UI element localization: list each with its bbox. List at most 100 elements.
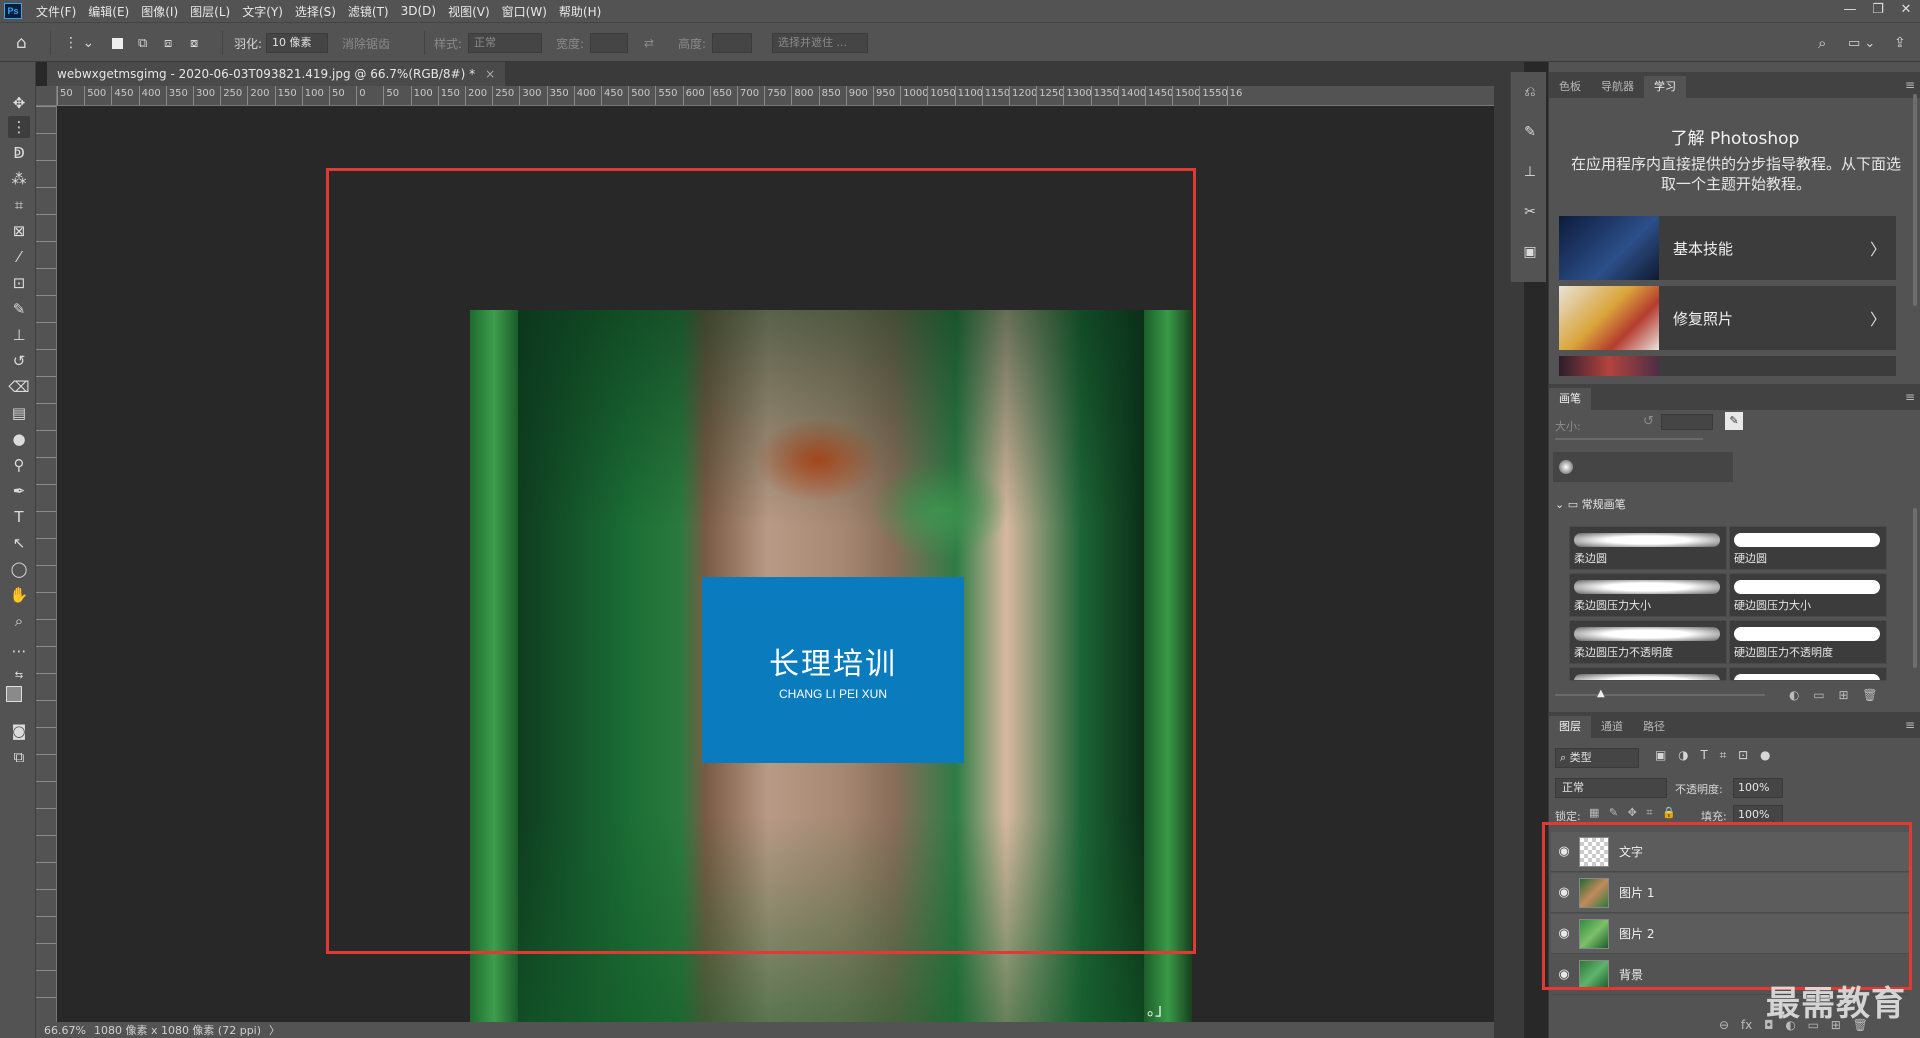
- quick-mask-icon[interactable]: ◙: [8, 720, 30, 742]
- learn-card-partial[interactable]: [1559, 356, 1896, 376]
- tool-presets-icon[interactable]: ✂: [1520, 204, 1540, 224]
- style-select[interactable]: 正常: [468, 33, 542, 53]
- brush-soft-round-pressure-opacity[interactable]: 柔边圆压力不透明度: [1569, 620, 1727, 664]
- menu-window[interactable]: 窗口(W): [496, 3, 553, 20]
- screen-mode-icon[interactable]: ⧉: [8, 746, 30, 768]
- menu-type[interactable]: 文字(Y): [236, 3, 289, 20]
- status-menu-arrow[interactable]: 〉: [269, 1022, 280, 1038]
- feather-input[interactable]: 10 像素: [266, 33, 328, 53]
- tab-channels[interactable]: 通道: [1591, 716, 1633, 738]
- share-icon[interactable]: ⇪: [1894, 23, 1906, 63]
- clone-source-icon[interactable]: ⊥: [1520, 164, 1540, 184]
- slider-thumb-icon[interactable]: ▲: [1597, 688, 1605, 699]
- select-and-mask-button[interactable]: 选择并遮住 ...: [772, 33, 868, 53]
- frame-tool-icon[interactable]: ⊠: [8, 220, 30, 242]
- panel-menu-icon[interactable]: ≡: [1905, 718, 1915, 732]
- more-tools-icon[interactable]: ⋯: [8, 640, 30, 662]
- learn-scrollbar[interactable]: [1913, 94, 1917, 306]
- tab-brushes[interactable]: 画笔: [1549, 388, 1591, 410]
- menu-image[interactable]: 图像(I): [135, 3, 184, 20]
- brush-soft-round[interactable]: 柔边圆: [1569, 526, 1727, 570]
- eyedropper-tool-icon[interactable]: ⁄: [8, 246, 30, 268]
- height-input[interactable]: [712, 33, 752, 53]
- brush-hard-round[interactable]: 硬边圆: [1729, 526, 1887, 570]
- dodge-tool-icon[interactable]: ⚲: [8, 454, 30, 476]
- recent-brush-icon[interactable]: [1559, 460, 1573, 474]
- workspace-icon[interactable]: ▭ ⌄: [1848, 23, 1875, 63]
- brush-settings-icon[interactable]: ✎: [1520, 124, 1540, 144]
- menu-edit[interactable]: 编辑(E): [82, 3, 135, 20]
- restore-button[interactable]: ❐: [1864, 0, 1892, 22]
- magic-wand-tool-icon[interactable]: ⁂: [8, 168, 30, 190]
- brush-preview-size-slider[interactable]: [1555, 694, 1765, 696]
- move-tool-icon[interactable]: ✥: [8, 92, 30, 114]
- tab-learn[interactable]: 学习: [1644, 76, 1686, 98]
- swap-dimensions-icon[interactable]: ⇄: [644, 23, 654, 63]
- tab-navigator[interactable]: 导航器: [1591, 76, 1644, 98]
- add-selection-icon[interactable]: ⧉: [138, 23, 147, 63]
- menu-select[interactable]: 选择(S): [289, 3, 342, 20]
- gradient-tool-icon[interactable]: ▤: [8, 402, 30, 424]
- blend-mode-select[interactable]: 正常: [1555, 778, 1667, 798]
- type-tool-icon[interactable]: T: [8, 506, 30, 528]
- brush-scrollbar[interactable]: [1913, 508, 1917, 668]
- brush-hard-round-pressure-opacity[interactable]: 硬边圆压力不透明度: [1729, 620, 1887, 664]
- horizontal-ruler[interactable]: 50 500 450 400 350 300 250 200 150 100 50 0 50 100 150…: [57, 86, 1494, 106]
- home-icon[interactable]: ⌂: [16, 23, 27, 63]
- learn-card-fix-photo[interactable]: 修复照片 〉: [1559, 286, 1896, 350]
- close-tab-icon[interactable]: ×: [485, 67, 495, 81]
- panel-menu-icon[interactable]: ≡: [1905, 78, 1915, 92]
- lasso-tool-icon[interactable]: ↁ: [8, 142, 30, 164]
- layer-filter-select[interactable]: ⌕ 类型: [1555, 748, 1639, 768]
- swap-colors-icon[interactable]: ⇆: [8, 664, 30, 686]
- clone-stamp-tool-icon[interactable]: ⊥: [8, 324, 30, 346]
- crop-tool-icon[interactable]: ⌗: [8, 194, 30, 216]
- antialias-checkbox[interactable]: 消除锯齿: [342, 35, 390, 52]
- reset-size-icon[interactable]: ↺: [1643, 414, 1654, 429]
- search-icon[interactable]: ⌕: [1818, 23, 1826, 63]
- width-input[interactable]: [590, 33, 628, 53]
- subtract-selection-icon[interactable]: ⧈: [164, 23, 172, 63]
- pen-tool-icon[interactable]: ✒: [8, 480, 30, 502]
- brush-hard-round-pressure-size[interactable]: 硬边圆压力大小: [1729, 573, 1887, 617]
- brush-footer-icons[interactable]: ◐ ▭ ⊞ 🗑: [1789, 688, 1878, 702]
- layer-filter-icons[interactable]: ▣ ◑ T ⌗ ⊡ ●: [1655, 748, 1771, 763]
- menu-3d[interactable]: 3D(D): [395, 4, 442, 18]
- foreground-color-swatch[interactable]: [6, 686, 22, 702]
- path-selection-tool-icon[interactable]: ↖: [8, 532, 30, 554]
- panel-menu-icon[interactable]: ≡: [1905, 390, 1915, 404]
- hand-tool-icon[interactable]: ✋: [8, 584, 30, 606]
- brush-tool-icon[interactable]: ✎: [8, 298, 30, 320]
- eraser-tool-icon[interactable]: ⌫: [8, 376, 30, 398]
- brush-size-input[interactable]: [1661, 414, 1713, 430]
- brush-size-slider[interactable]: [1555, 438, 1703, 440]
- ellipse-tool-icon[interactable]: ◯: [8, 558, 30, 580]
- tab-swatches[interactable]: 色板: [1549, 76, 1591, 98]
- brush-group-header[interactable]: ⌄ ▭ 常规画笔: [1555, 496, 1626, 512]
- menu-filter[interactable]: 滤镜(T): [342, 3, 395, 20]
- marquee-tool-preset-icon[interactable]: ⋮ ⌄: [64, 23, 94, 63]
- history-brush-tool-icon[interactable]: ↺: [8, 350, 30, 372]
- tab-paths[interactable]: 路径: [1633, 716, 1675, 738]
- intersect-selection-icon[interactable]: ⧇: [190, 23, 198, 63]
- brush-preset-edit-icon[interactable]: ✎: [1725, 412, 1743, 430]
- zoom-level[interactable]: 66.67%: [44, 1024, 86, 1037]
- menu-view[interactable]: 视图(V): [442, 3, 496, 20]
- new-selection-icon[interactable]: [112, 23, 123, 63]
- vertical-ruler[interactable]: [36, 106, 57, 1022]
- lock-icons[interactable]: ▦ ✎ ✥ ⌗ 🔒: [1589, 806, 1676, 820]
- photoshop-logo[interactable]: Ps: [4, 3, 22, 19]
- brush-soft-round-pressure-size[interactable]: 柔边圆压力大小: [1569, 573, 1727, 617]
- healing-brush-tool-icon[interactable]: ⊡: [8, 272, 30, 294]
- properties-panel-icon[interactable]: ▣: [1520, 244, 1540, 264]
- close-window-button[interactable]: ✕: [1892, 0, 1920, 22]
- menu-layer[interactable]: 图层(L): [184, 3, 236, 20]
- blur-tool-icon[interactable]: ●: [8, 428, 30, 450]
- tab-layers[interactable]: 图层: [1549, 716, 1591, 738]
- menu-help[interactable]: 帮助(H): [553, 3, 607, 20]
- marquee-tool-icon[interactable]: ⋮: [8, 116, 30, 138]
- minimize-button[interactable]: —: [1836, 0, 1864, 22]
- history-panel-icon[interactable]: ⎌: [1520, 84, 1540, 104]
- menu-file[interactable]: 文件(F): [30, 3, 82, 20]
- document-tab[interactable]: webwxgetmsgimg - 2020-06-03T093821.419.j…: [47, 62, 506, 86]
